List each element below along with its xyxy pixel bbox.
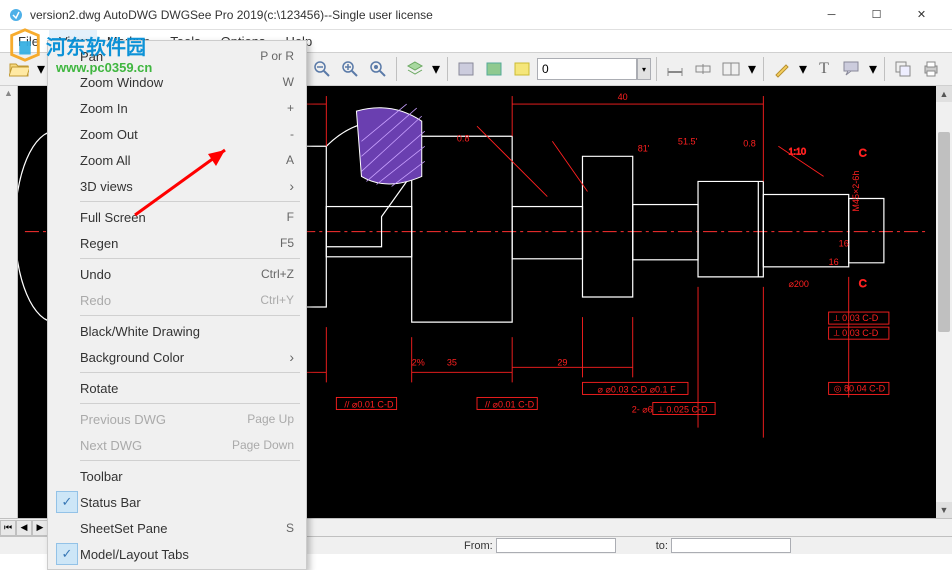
menu-item-zoom-window[interactable]: Zoom WindowW — [50, 69, 304, 95]
svg-text:⟂ 0.03 C-D: ⟂ 0.03 C-D — [834, 328, 879, 338]
pen-button[interactable] — [769, 56, 795, 82]
measure-button[interactable] — [662, 56, 688, 82]
tab-first-button[interactable]: ⏮ — [0, 520, 16, 536]
minimize-button[interactable]: ─ — [809, 0, 854, 29]
menu-item-3d-views[interactable]: 3D views› — [50, 173, 304, 199]
separator — [763, 57, 764, 81]
svg-text:81': 81' — [638, 143, 650, 153]
menu-item-redo: RedoCtrl+Y — [50, 287, 304, 313]
menu-item-zoom-all[interactable]: Zoom AllA — [50, 147, 304, 173]
svg-text:29: 29 — [557, 357, 567, 367]
separator — [447, 57, 448, 81]
menu-item-black-white-drawing[interactable]: Black/White Drawing — [50, 318, 304, 344]
svg-text:⌀200: ⌀200 — [788, 279, 809, 289]
rect-button[interactable] — [453, 56, 479, 82]
status-to-input[interactable] — [671, 538, 791, 553]
tab-prev-button[interactable]: ◀ — [16, 520, 32, 536]
scroll-down-button[interactable]: ▼ — [936, 502, 952, 518]
close-button[interactable]: ✕ — [899, 0, 944, 29]
svg-text:// ⌀0.01 C-D: // ⌀0.01 C-D — [485, 399, 535, 409]
zoom-out-button[interactable] — [309, 56, 335, 82]
callout-dropdown[interactable]: ▾ — [867, 56, 879, 82]
svg-text:// ⌀0.01 C-D: // ⌀0.01 C-D — [344, 399, 394, 409]
copy-button[interactable] — [890, 56, 916, 82]
open-folder-button[interactable] — [6, 56, 32, 82]
color-yellow-button[interactable] — [509, 56, 535, 82]
svg-text:1:10: 1:10 — [788, 146, 806, 156]
svg-text:⟂ 0.03 C-D: ⟂ 0.03 C-D — [834, 313, 879, 323]
view-dropdown-menu: PanP or RZoom WindowWZoom In+Zoom Out-Zo… — [47, 40, 307, 570]
svg-text:16: 16 — [839, 239, 849, 249]
zoom-in-button[interactable] — [337, 56, 363, 82]
menu-item-toolbar[interactable]: Toolbar — [50, 463, 304, 489]
print-button[interactable] — [918, 56, 944, 82]
svg-text:2- ⌀6: 2- ⌀6 — [632, 405, 653, 415]
separator — [884, 57, 885, 81]
svg-text:35: 35 — [447, 357, 457, 367]
pen-dropdown[interactable]: ▾ — [797, 56, 809, 82]
separator — [396, 57, 397, 81]
menu-item-background-color[interactable]: Background Color› — [50, 344, 304, 370]
status-from-input[interactable] — [496, 538, 616, 553]
svg-text:51.5': 51.5' — [678, 136, 698, 146]
svg-text:0.8: 0.8 — [457, 133, 470, 143]
menu-item-status-bar[interactable]: ✓Status Bar — [50, 489, 304, 515]
menu-item-full-screen[interactable]: Full ScreenF — [50, 204, 304, 230]
svg-text:C: C — [859, 147, 867, 159]
svg-text:C: C — [859, 278, 867, 290]
menu-item-next-dwg: Next DWGPage Down — [50, 432, 304, 458]
value-input[interactable]: ▾ — [537, 58, 651, 80]
zoom-all-button[interactable] — [365, 56, 391, 82]
menu-item-model-layout-tabs[interactable]: ✓Model/Layout Tabs — [50, 541, 304, 567]
titlebar: version2.dwg AutoDWG DWGSee Pro 2019(c:\… — [0, 0, 952, 30]
svg-text:M45×2-6h: M45×2-6h — [851, 171, 861, 212]
menu-file[interactable]: File — [8, 30, 49, 52]
layers-button[interactable] — [402, 56, 428, 82]
app-icon — [8, 7, 24, 23]
svg-text:2%: 2% — [412, 357, 425, 367]
toolbar-number-input[interactable] — [537, 58, 637, 80]
vertical-scrollbar[interactable]: ▲ ▼ — [936, 86, 952, 518]
status-to: to: — [656, 538, 791, 553]
open-dropdown-button[interactable]: ▾ — [34, 56, 48, 82]
svg-text:◎ 80.04 C-D: ◎ 80.04 C-D — [834, 383, 886, 393]
maximize-button[interactable]: ☐ — [854, 0, 899, 29]
left-rail[interactable]: ▲ — [0, 86, 18, 518]
text-button[interactable]: T — [811, 56, 837, 82]
status-from: From: — [464, 538, 616, 553]
svg-text:⟂ 0.025 C-D: ⟂ 0.025 C-D — [658, 405, 708, 415]
svg-text:40: 40 — [618, 92, 628, 102]
scroll-up-button[interactable]: ▲ — [936, 86, 952, 102]
svg-text:16: 16 — [829, 257, 839, 267]
window-title: version2.dwg AutoDWG DWGSee Pro 2019(c:\… — [30, 8, 809, 22]
compare-button[interactable] — [718, 56, 744, 82]
compare-dropdown[interactable]: ▾ — [746, 56, 758, 82]
menu-item-regen[interactable]: RegenF5 — [50, 230, 304, 256]
menu-item-sheetset-pane[interactable]: SheetSet PaneS — [50, 515, 304, 541]
svg-text:⌀ ⌀0.03 C-D ⌀0.1 F: ⌀ ⌀0.03 C-D ⌀0.1 F — [598, 384, 677, 394]
color-green-button[interactable] — [481, 56, 507, 82]
menu-item-pan[interactable]: PanP or R — [50, 43, 304, 69]
separator — [656, 57, 657, 81]
scrollbar-thumb[interactable] — [938, 132, 950, 332]
menu-item-zoom-in[interactable]: Zoom In+ — [50, 95, 304, 121]
dimension-button[interactable] — [690, 56, 716, 82]
menu-item-zoom-out[interactable]: Zoom Out- — [50, 121, 304, 147]
menu-item-previous-dwg: Previous DWGPage Up — [50, 406, 304, 432]
menu-item-undo[interactable]: UndoCtrl+Z — [50, 261, 304, 287]
combo-arrow[interactable]: ▾ — [637, 58, 651, 80]
svg-text:0.8: 0.8 — [743, 138, 756, 148]
tab-next-button[interactable]: ▶ — [32, 520, 48, 536]
layers-dropdown[interactable]: ▾ — [430, 56, 442, 82]
menu-item-rotate[interactable]: Rotate — [50, 375, 304, 401]
callout-button[interactable] — [839, 56, 865, 82]
